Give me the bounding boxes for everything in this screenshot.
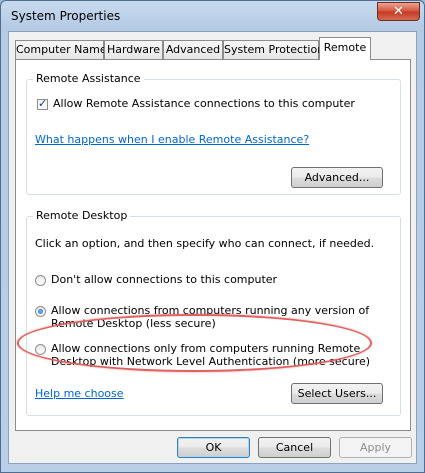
remote-desktop-title: Remote Desktop [33,209,131,222]
dialog-client-area: Computer Name Hardware Advanced System P… [8,31,417,464]
dont-allow-label[interactable]: Don't allow connections to this computer [51,273,277,286]
advanced-button-label: Advanced... [304,171,370,184]
window-title: System Properties [11,9,121,23]
tab-advanced[interactable]: Advanced [163,40,223,59]
tab-computer-name[interactable]: Computer Name [15,40,107,59]
system-properties-window: System Properties ✕ Computer Name Hardwa… [0,0,425,473]
allow-any-version-label-line1[interactable]: Allow connections from computers running… [51,304,369,317]
check-icon: ✓ [38,97,48,110]
allow-remote-assistance-label[interactable]: Allow Remote Assistance connections to t… [53,97,355,110]
tab-label: Advanced [165,43,221,56]
apply-button[interactable]: Apply [339,437,412,458]
tab-remote[interactable]: Remote [319,37,371,60]
remote-tab-panel: Remote Assistance ✓ Allow Remote Assista… [15,59,411,431]
remote-desktop-group: Remote Desktop Click an option, and then… [26,209,401,416]
title-bar[interactable]: System Properties ✕ [1,1,424,31]
help-me-choose-link[interactable]: Help me choose [35,387,124,400]
cancel-button[interactable]: Cancel [258,437,331,458]
tab-label: System Protection [224,43,325,56]
select-users-button[interactable]: Select Users... [291,383,383,404]
allow-nla-radio[interactable] [35,344,46,355]
allow-any-version-label-line2[interactable]: Remote Desktop (less secure) [51,317,216,330]
dont-allow-radio[interactable] [35,275,46,286]
remote-assistance-group: Remote Assistance ✓ Allow Remote Assista… [26,72,401,195]
cancel-button-label: Cancel [275,441,314,454]
tab-system-protection[interactable]: System Protection [223,40,324,59]
tab-hardware[interactable]: Hardware [104,40,163,59]
close-icon: ✕ [393,4,404,19]
allow-nla-label-line2[interactable]: Desktop with Network Level Authenticatio… [51,355,370,368]
remote-desktop-instruction: Click an option, and then specify who ca… [35,237,375,250]
tab-label: Hardware [106,43,161,56]
select-users-button-label: Select Users... [297,387,377,400]
tab-label: Computer Name [16,43,107,56]
tab-label: Remote [323,41,367,54]
allow-remote-assistance-checkbox[interactable]: ✓ [37,97,48,110]
radio-selected-dot [38,309,43,314]
advanced-button[interactable]: Advanced... [291,167,383,188]
allow-any-version-radio[interactable] [35,306,46,317]
remote-assistance-help-link[interactable]: What happens when I enable Remote Assist… [35,133,309,146]
remote-assistance-title: Remote Assistance [33,72,144,85]
allow-nla-label-line1[interactable]: Allow connections only from computers ru… [51,342,360,355]
ok-button[interactable]: OK [177,437,250,458]
apply-button-label: Apply [359,441,392,454]
close-button[interactable]: ✕ [377,2,420,21]
ok-button-label: OK [205,441,222,454]
